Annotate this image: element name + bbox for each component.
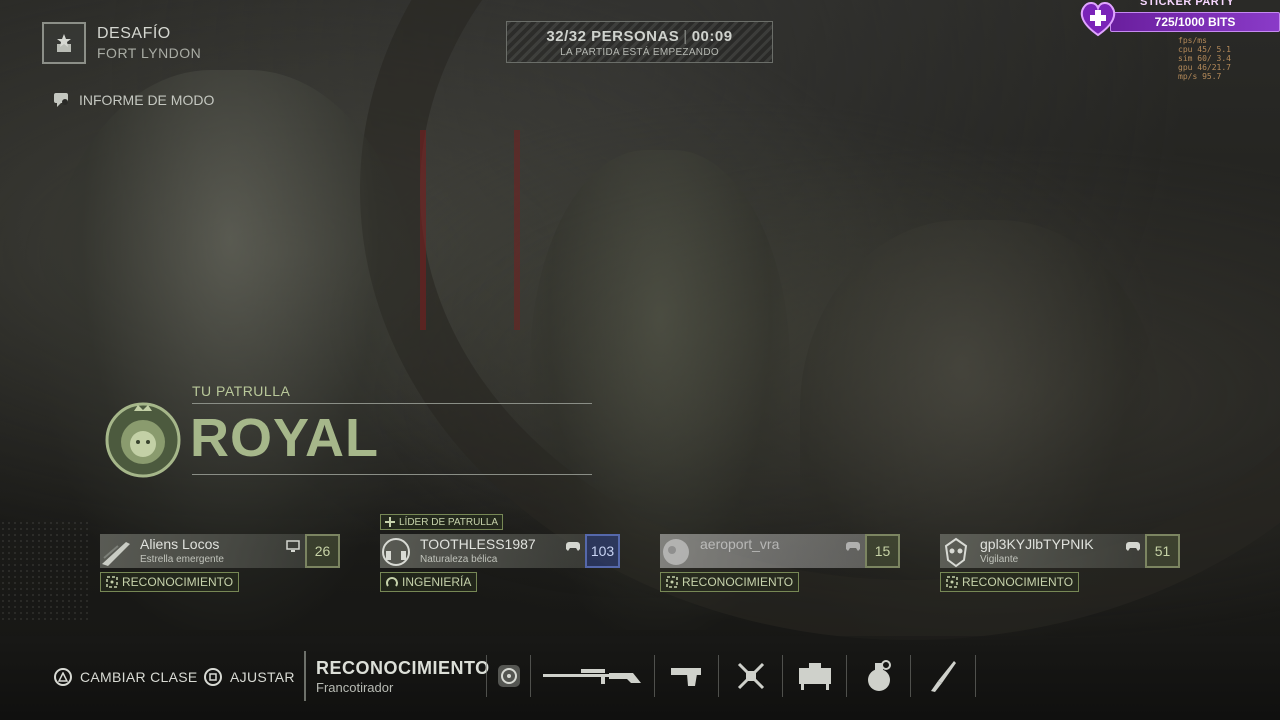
adjust-label: AJUSTAR [230,669,295,685]
player-class-badge: RECONOCIMIENTO [940,572,1080,592]
triangle-button-icon [54,668,72,686]
player-name: gpl3KYJlbTYPNIK [980,536,1094,552]
loadout-slot-melee[interactable] [910,655,976,697]
recon-icon [106,576,118,588]
player-class: RECONOCIMIENTO [962,575,1074,589]
mode-report-label: INFORME DE MODO [79,92,215,108]
gamepad-icon [1126,542,1140,551]
lion-emblem-icon [105,402,181,478]
player-level: 103 [585,534,620,568]
patrol-divider-top [192,403,592,404]
loadout-class-sub: Francotirador [316,680,394,695]
patrol-name: ROYAL [190,408,380,468]
player-emblem-icon [663,539,689,565]
player-card[interactable]: Aliens Locos Estrella emergente 26 RECON… [100,534,340,598]
player-title: Naturaleza bélica [420,554,498,565]
player-name: aeroport_vra [700,536,780,552]
pc-icon [286,540,300,552]
performance-stats: fps/ms cpu 45/ 5.1 sim 60/ 3.4 gpu 46/21… [1178,36,1231,81]
mode-icon-box [42,22,86,64]
loadout-slot-primary[interactable] [530,655,654,697]
player-name: Aliens Locos [140,536,220,552]
bits-count: 725/1000 BITS [1154,15,1236,29]
loadout-slot-secondary[interactable] [654,655,718,697]
engineer-icon [386,577,398,587]
gamepad-icon [566,542,580,551]
recon-icon [666,576,678,588]
change-class-label: CAMBIAR CLASE [80,669,198,685]
recon-icon [946,576,958,588]
player-card[interactable]: TOOTHLESS1987 Naturaleza bélica 103 INGE… [380,534,620,598]
grenade-icon [867,660,891,691]
patrol-leader-badge: LÍDER DE PATRULLA [380,514,504,530]
recon-gadget-icon [497,665,520,687]
player-class: RECONOCIMIENTO [122,575,234,589]
plus-icon [385,517,395,527]
player-class: INGENIERÍA [402,575,472,589]
knife-icon [931,661,956,692]
skull-emblem-icon [944,537,968,568]
adjust-button[interactable]: AJUSTAR [204,668,295,686]
perf-line: cpu 45/ 5.1 [1178,45,1231,54]
heart-plus-icon [1080,2,1116,37]
player-emblem-icon [102,542,130,566]
perf-line: sim 60/ 3.4 [1178,54,1231,63]
loadout-panel[interactable]: RECONOCIMIENTO Francotirador [304,651,976,701]
countdown-timer: 00:09 [691,28,733,45]
player-class: RECONOCIMIENTO [682,575,794,589]
player-level: 26 [305,534,340,568]
player-level: 15 [865,534,900,568]
gamepad-icon [846,542,860,551]
leader-badge-label: LÍDER DE PATRULLA [399,516,499,528]
deployable-icon [798,663,831,690]
patrol-label: TU PATRULLA [192,383,291,399]
player-card[interactable]: aeroport_vra 15 RECONOCIMIENTO [660,534,900,598]
pistol-icon [670,668,701,686]
player-title: Vigilante [980,554,1019,565]
headset-emblem-icon [382,538,410,566]
patrol-divider-bottom [192,474,592,475]
player-count: 32/32 PERSONAS [546,28,680,45]
player-class-badge: RECONOCIMIENTO [660,572,800,592]
mode-title: DESAFÍO [97,25,171,42]
drone-icon [737,662,764,690]
player-card[interactable]: gpl3KYJlbTYPNIK Vigilante 51 RECONOCIMIE… [940,534,1180,598]
map-name: FORT LYNDON [97,45,202,61]
skull-rank-icon [57,34,71,52]
player-class-badge: RECONOCIMIENTO [100,572,240,592]
change-class-button[interactable]: CAMBIAR CLASE [54,668,198,686]
report-icon [54,93,68,107]
sticker-title: STICKER PARTY [1140,0,1235,8]
player-level: 51 [1145,534,1180,568]
square-button-icon [204,668,222,686]
sniper-rifle-icon [542,669,641,684]
sticker-party-widget: 725/1000 BITS STICKER PARTY [1080,0,1280,37]
bits-progress-bar: 725/1000 BITS [1110,12,1280,32]
player-title: Estrella emergente [140,554,224,565]
loadout-slot-lethal[interactable] [846,655,910,697]
mode-report-button[interactable]: INFORME DE MODO [53,91,214,109]
player-class-badge: INGENIERÍA [380,572,478,592]
loadout-class-name: RECONOCIMIENTO [316,658,490,678]
loadout-slot-field-upgrade[interactable] [718,655,782,697]
perf-line: gpu 46/21.7 [1178,63,1231,72]
match-status: LA PARTIDA ESTÁ EMPEZANDO [560,47,719,58]
lobby-status-panel: 32/32 PERSONAS | 00:09 LA PARTIDA ESTÁ EMP… [506,21,773,63]
decorative-dots [0,520,90,620]
loadout-slot-gadget[interactable] [486,655,530,697]
player-name: TOOTHLESS1987 [420,536,536,552]
loadout-slot-tactical[interactable] [782,655,846,697]
perf-line: fps/ms [1178,36,1207,45]
perf-line: mp/s 95.7 [1178,72,1222,81]
